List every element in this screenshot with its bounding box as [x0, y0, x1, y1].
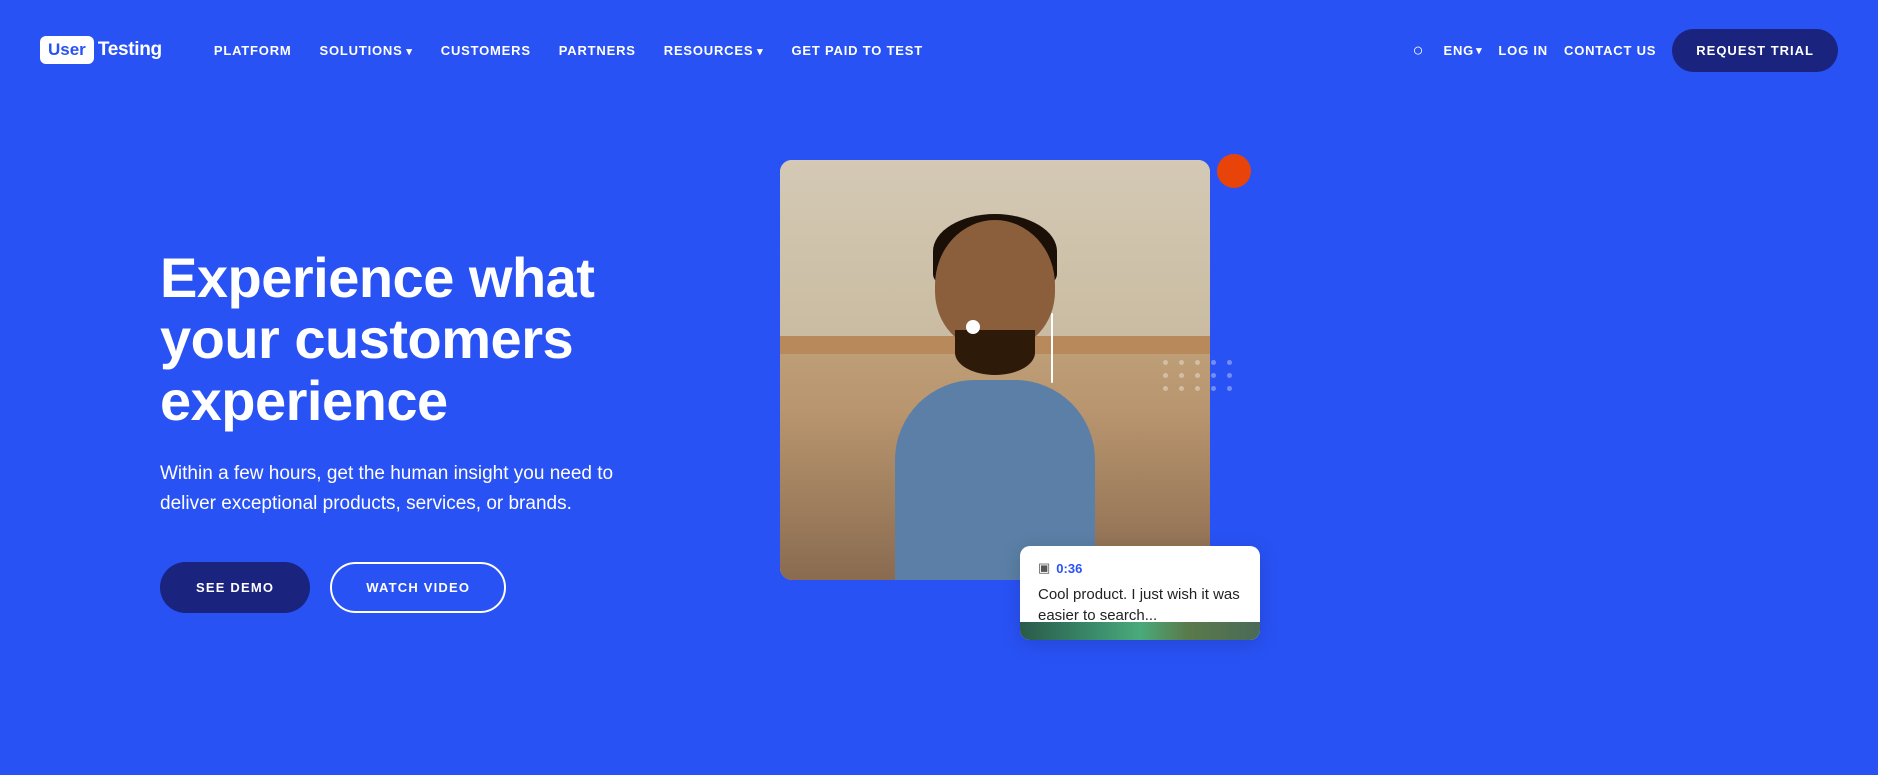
hero-image-area: ▣ 0:36 Cool product. I just wish it was … [780, 160, 1240, 680]
recording-indicator [1213, 150, 1255, 192]
nav-right: ○ ENG LOG IN CONTACT US REQUEST TRIAL [1409, 29, 1838, 72]
hero-title: Experience what your customers experienc… [160, 247, 720, 432]
caption-time: 0:36 [1056, 561, 1082, 576]
video-icon: ▣ [1038, 560, 1050, 576]
dots-decoration [1163, 360, 1235, 391]
logo-testing-text: Testing [98, 39, 162, 61]
logo-user-text: User [48, 40, 86, 59]
hero-text: Experience what your customers experienc… [160, 227, 720, 614]
request-trial-button[interactable]: REQUEST TRIAL [1672, 29, 1838, 72]
hero-buttons: SEE DEMO WATCH VIDEO [160, 562, 720, 613]
caption-bottom-bar [1020, 622, 1260, 640]
nav-links: PLATFORM SOLUTIONS CUSTOMERS PARTNERS RE… [202, 35, 1409, 66]
hero-subtitle: Within a few hours, get the human insigh… [160, 459, 620, 518]
caption-text: Cool product. I just wish it was easier … [1038, 584, 1242, 626]
search-icon[interactable]: ○ [1409, 36, 1428, 65]
see-demo-button[interactable]: SEE DEMO [160, 562, 310, 613]
navbar: User Testing PLATFORM SOLUTIONS CUSTOMER… [0, 0, 1878, 100]
nav-platform[interactable]: PLATFORM [202, 35, 304, 66]
caption-card: ▣ 0:36 Cool product. I just wish it was … [1020, 546, 1260, 640]
logo-box: User [40, 36, 94, 64]
language-selector[interactable]: ENG [1444, 43, 1483, 58]
nav-get-paid[interactable]: GET PAID TO TEST [780, 35, 936, 66]
login-link[interactable]: LOG IN [1498, 43, 1548, 58]
nav-partners[interactable]: PARTNERS [547, 35, 648, 66]
nav-customers[interactable]: CUSTOMERS [429, 35, 543, 66]
person-photo [780, 160, 1210, 580]
logo[interactable]: User Testing [40, 36, 162, 64]
nav-solutions[interactable]: SOLUTIONS [308, 35, 425, 66]
watch-video-button[interactable]: WATCH VIDEO [330, 562, 506, 613]
person-silhouette [855, 200, 1135, 580]
hero-section: Experience what your customers experienc… [0, 100, 1878, 750]
contact-link[interactable]: CONTACT US [1564, 43, 1656, 58]
nav-resources[interactable]: RESOURCES [652, 35, 776, 66]
